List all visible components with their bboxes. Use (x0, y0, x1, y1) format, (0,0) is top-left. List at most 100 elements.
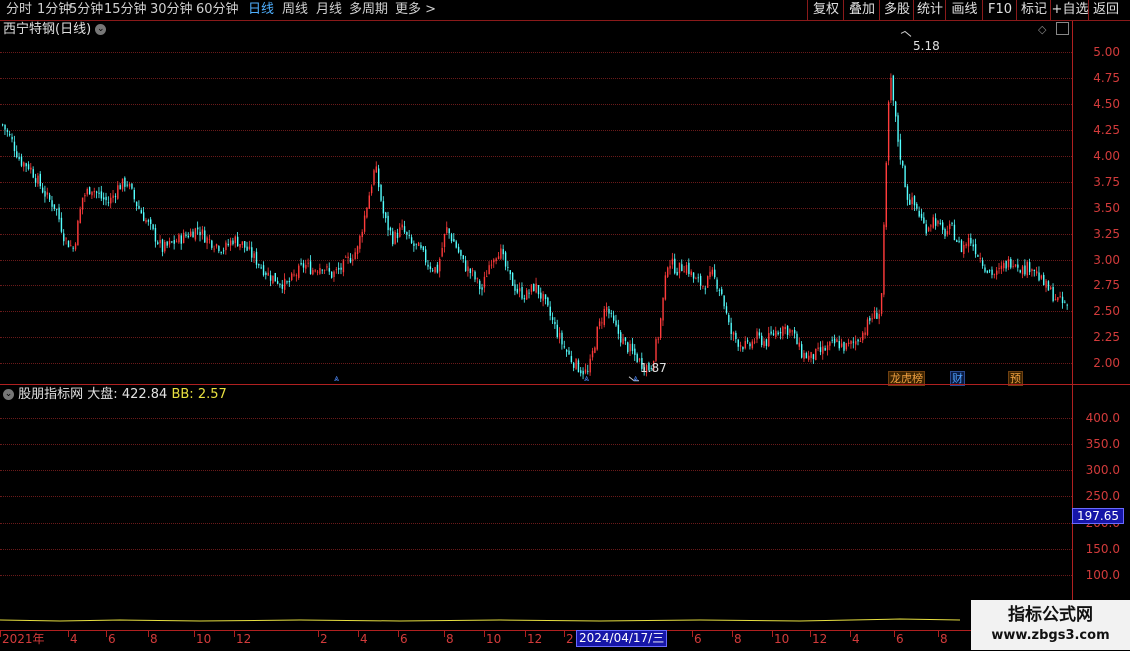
indicator-tick-label: 300.0 (1085, 463, 1120, 478)
price-tick-label: 4.75 (1093, 71, 1120, 86)
candle-body (885, 162, 887, 228)
candle-body (725, 306, 728, 314)
period-tab-15min[interactable]: 15分钟 (104, 1, 147, 19)
candle-body (622, 338, 624, 345)
f10-button[interactable]: F10 (982, 0, 1017, 20)
candle-body (667, 267, 669, 277)
candle-body (220, 252, 222, 253)
candle-body (836, 339, 838, 343)
back-button[interactable]: 返回 (1088, 0, 1123, 20)
candle-body (629, 344, 631, 352)
overlay-button[interactable]: 叠加 (843, 0, 880, 20)
time-tick-label: 2 (320, 632, 328, 646)
candle-body (732, 332, 735, 335)
candle-body (443, 234, 446, 248)
candle-body (1050, 287, 1052, 289)
candle-body (751, 341, 754, 349)
candle-body (683, 271, 685, 273)
candle-body (528, 292, 530, 294)
candle-body (439, 258, 441, 272)
candle-body (775, 330, 777, 337)
candle-body (65, 238, 67, 240)
restore-rights-button[interactable]: 复权 (807, 0, 844, 20)
candle-body (758, 332, 761, 336)
indicator-dropdown-icon[interactable]: ⌄ (3, 389, 14, 400)
candle-body (135, 201, 138, 207)
period-tab-30min[interactable]: 30分钟 (150, 1, 193, 19)
add-watchlist-button[interactable]: +自选 (1050, 0, 1089, 20)
time-tick (732, 631, 733, 637)
candle-body (185, 234, 187, 236)
candle-body (486, 276, 488, 278)
candle-body (321, 269, 323, 271)
event-arrow-icon[interactable]: ⩓ (584, 374, 589, 384)
grid-line (0, 444, 1072, 446)
candle-body (251, 247, 253, 258)
mark-button[interactable]: 标记 (1016, 0, 1051, 20)
candle-body (314, 270, 316, 272)
time-tick-label: 8 (150, 632, 158, 646)
candle-body (464, 260, 467, 272)
candle-body (276, 281, 279, 284)
candle-body (669, 265, 671, 269)
period-tab-weekly[interactable]: 周线 (282, 1, 308, 19)
candle-body (857, 339, 859, 342)
candle-body (246, 246, 248, 251)
candle-body (840, 343, 843, 347)
candle-body (88, 187, 91, 195)
period-tab-daily[interactable]: 日线 (248, 1, 274, 19)
candle-body (241, 241, 244, 245)
candle-body (81, 197, 84, 210)
indicator-name[interactable]: 股朋指标网 (18, 387, 83, 402)
candle-body (1031, 269, 1033, 271)
event-arrow-icon[interactable]: ⩓ (633, 374, 638, 384)
period-tab-1min[interactable]: 1分钟 (37, 1, 71, 19)
candle-body (159, 240, 161, 244)
period-tab-multi[interactable]: 多周期 (349, 1, 388, 19)
candle-body (1038, 272, 1040, 281)
candle-body (382, 201, 385, 214)
more-menu[interactable]: 更多 > (395, 1, 436, 19)
candle-body (822, 346, 824, 354)
candle-body (112, 195, 114, 199)
candle-body (662, 297, 664, 321)
time-tick-label: 12 (812, 632, 828, 646)
candle-body (370, 186, 373, 194)
candle-body (883, 224, 885, 295)
candle-body (711, 269, 714, 275)
event-arrow-icon[interactable]: ⩓ (334, 374, 339, 384)
candle-body (206, 237, 208, 244)
multi-stock-button[interactable]: 多股 (879, 0, 914, 20)
candle-body (551, 317, 554, 320)
candle-body (880, 293, 883, 314)
period-tab-5min[interactable]: 5分钟 (69, 1, 103, 19)
candlestick-chart[interactable] (0, 21, 1072, 384)
candle-body (269, 275, 272, 281)
candle-body (91, 191, 93, 196)
draw-line-button[interactable]: 画线 (945, 0, 983, 20)
period-tab-60min[interactable]: 60分钟 (196, 1, 239, 19)
statistics-button[interactable]: 统计 (913, 0, 946, 20)
candle-body (838, 341, 840, 349)
site-watermark: 指标公式网 www.zbgs3.com (971, 600, 1130, 650)
candle-body (425, 249, 427, 263)
candle-body (309, 261, 312, 275)
candle-body (756, 331, 758, 340)
candle-body (768, 333, 770, 347)
pane-separator (0, 384, 1130, 385)
period-tab-timeshare[interactable]: 分时 (6, 1, 32, 19)
candle-body (222, 250, 225, 252)
candle-body (634, 348, 636, 355)
time-tick-label: 12 (527, 632, 543, 646)
candle-body (981, 260, 984, 266)
candle-body (417, 242, 420, 246)
candle-body (1005, 260, 1007, 269)
candle-body (488, 265, 490, 275)
candle-body (561, 332, 563, 345)
candle-body (789, 329, 791, 333)
candle-body (1036, 271, 1038, 274)
period-tab-monthly[interactable]: 月线 (316, 1, 342, 19)
candle-body (949, 224, 951, 230)
candle-body (493, 259, 495, 263)
candle-body (49, 194, 51, 200)
